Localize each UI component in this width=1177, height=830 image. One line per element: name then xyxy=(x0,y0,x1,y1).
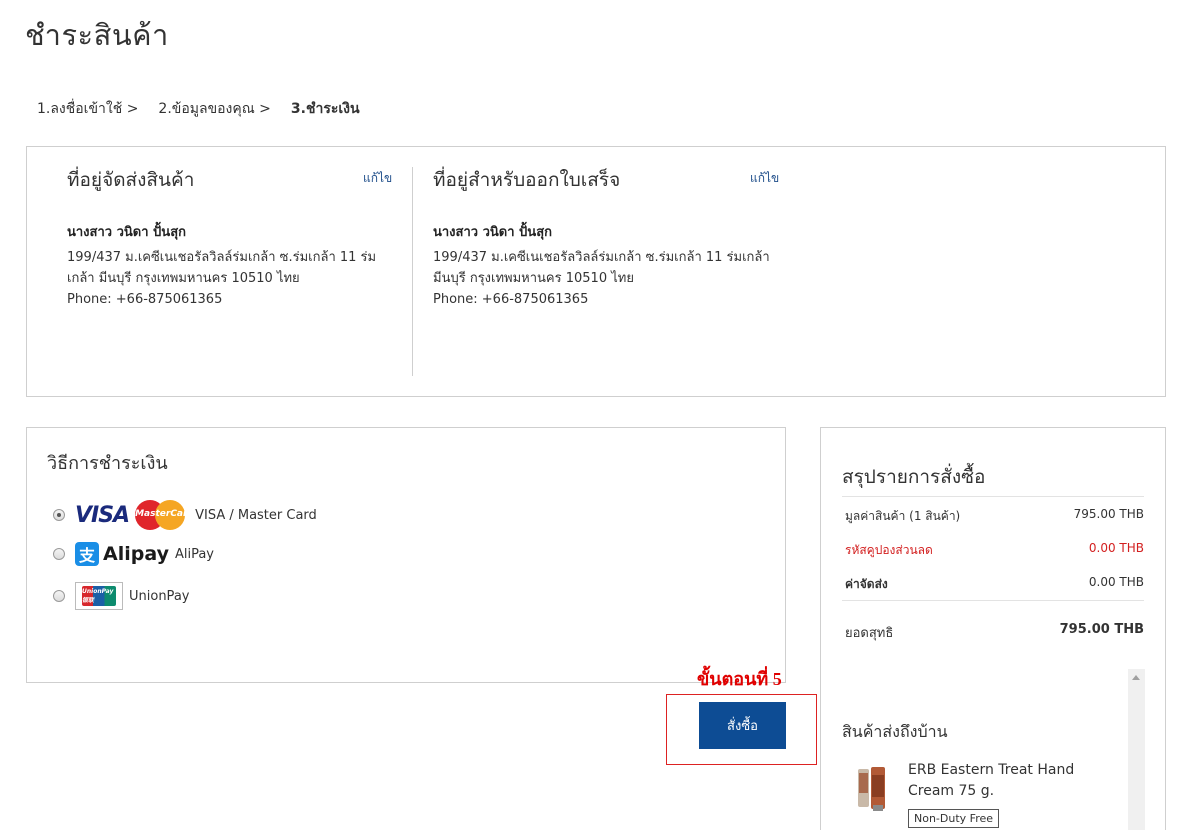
place-order-button[interactable]: สั่งซื้อ xyxy=(699,702,786,749)
radio-unionpay[interactable] xyxy=(53,590,65,602)
alipay-icon: 支 xyxy=(75,542,99,566)
mastercard-logo: MasterCard xyxy=(135,500,194,530)
shipping-phone: Phone: +66-875061365 xyxy=(67,292,223,307)
shipping-name: นางสาว วนิดา ปั้นสุก xyxy=(67,225,186,240)
shipping-address-title: ที่อยู่จัดส่งสินค้า xyxy=(67,169,195,191)
payment-option-unionpay[interactable]: UnionPay 银联 UnionPay xyxy=(53,582,189,610)
summary-row-coupon: รหัสคูปองส่วนลด 0.00 THB xyxy=(845,541,1144,557)
shipping-address-line1: 199/437 ม.เคซีเนเชอรัลวิลล์ร่มเกล้า ซ.ร่… xyxy=(67,250,377,265)
billing-address-line1: 199/437 ม.เคซีเนเชอรัลวิลล์ร่มเกล้า ซ.ร่… xyxy=(433,250,770,265)
visa-logo: VISA xyxy=(75,502,130,528)
payment-option-card[interactable]: VISA MasterCard VISA / Master Card xyxy=(53,500,317,530)
checkout-breadcrumb: 1.ลงชื่อเข้าใช้ > 2.ข้อมูลของคุณ > 3.ชำร… xyxy=(37,98,380,120)
scroll-up-arrow-icon[interactable] xyxy=(1132,675,1140,680)
order-summary-title: สรุปรายการสั่งซื้อ xyxy=(842,466,986,488)
billing-address: ที่อยู่สำหรับออกใบเสร็จ แก้ไข นางสาว วนิ… xyxy=(433,147,789,396)
product-duty-badge: Non-Duty Free xyxy=(908,809,1000,828)
summary-row-total: ยอดสุทธิ 795.00 THB xyxy=(845,622,1144,641)
payment-method-panel: วิธีการชำระเงิน VISA MasterCard VISA / M… xyxy=(26,427,786,683)
shipping-address-line2: เกล้า มีนบุรี กรุงเทพมหานคร 10510 ไทย xyxy=(67,271,300,286)
shipping-address: ที่อยู่จัดส่งสินค้า แก้ไข นางสาว วนิดา ป… xyxy=(67,147,393,396)
radio-card[interactable] xyxy=(53,509,65,521)
order-summary-panel: สรุปรายการสั่งซื้อ มูลค่าสินค้า (1 สินค้… xyxy=(820,427,1166,830)
billing-edit-link[interactable]: แก้ไข xyxy=(750,169,779,188)
step-annotation-label: ขั้นตอนที่ 5 xyxy=(697,669,782,689)
billing-name: นางสาว วนิดา ปั้นสุก xyxy=(433,225,552,240)
payment-option-card-label: VISA / Master Card xyxy=(195,507,317,523)
billing-address-title: ที่อยู่สำหรับออกใบเสร็จ xyxy=(433,169,621,191)
payment-option-unionpay-label: UnionPay xyxy=(129,588,190,604)
summary-row-shipping: ค่าจัดส่ง 0.00 THB xyxy=(845,575,1144,591)
address-panel: ที่อยู่จัดส่งสินค้า แก้ไข นางสาว วนิดา ป… xyxy=(26,146,1166,397)
breadcrumb-step-info[interactable]: 2.ข้อมูลของคุณ > xyxy=(158,98,271,120)
alipay-logo: Alipay xyxy=(103,543,169,565)
breadcrumb-step-payment: 3.ชำระเงิน xyxy=(290,101,360,117)
summary-scrollbar[interactable] xyxy=(1128,669,1145,830)
payment-option-alipay-label: AliPay xyxy=(174,546,214,562)
address-divider xyxy=(412,167,413,376)
summary-divider-bottom xyxy=(842,600,1144,601)
product-thumbnail xyxy=(858,767,885,811)
summary-row-subtotal: มูลค่าสินค้า (1 สินค้า) 795.00 THB xyxy=(845,507,1144,523)
home-delivery-title: สินค้าส่งถึงบ้าน xyxy=(842,722,948,741)
product-name: ERB Eastern Treat Hand Cream 75 g. xyxy=(908,762,1075,799)
billing-phone: Phone: +66-875061365 xyxy=(433,292,589,307)
summary-divider-top xyxy=(842,496,1144,497)
page-title: ชำระสินค้า xyxy=(25,18,169,52)
payment-method-title: วิธีการชำระเงิน xyxy=(47,453,168,474)
billing-address-line2: มีนบุรี กรุงเทพมหานคร 10510 ไทย xyxy=(433,271,634,286)
unionpay-logo: UnionPay 银联 xyxy=(75,582,123,610)
radio-alipay[interactable] xyxy=(53,548,65,560)
payment-option-alipay[interactable]: 支 Alipay AliPay xyxy=(53,542,214,566)
breadcrumb-step-login[interactable]: 1.ลงชื่อเข้าใช้ > xyxy=(37,98,138,120)
shipping-edit-link[interactable]: แก้ไข xyxy=(363,169,392,188)
